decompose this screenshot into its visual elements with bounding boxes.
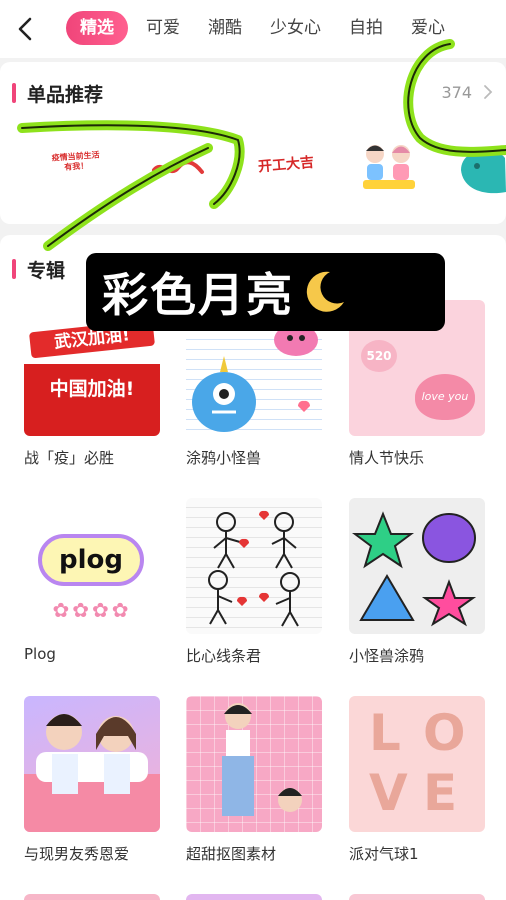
album-label: 涂鸦小怪兽 — [186, 449, 262, 467]
thumb-text: love you — [415, 374, 475, 420]
couple-photo — [24, 714, 160, 832]
recommend-header: 单品推荐 — [12, 80, 103, 106]
album-item[interactable]: 比心线条君 — [186, 498, 322, 666]
album-thumb — [186, 498, 322, 634]
tab-featured[interactable]: 精选 — [66, 11, 128, 45]
album-thumb-partial[interactable] — [24, 894, 160, 900]
caption-overlay: 彩色月亮 — [86, 253, 445, 331]
crescent-moon-icon — [306, 271, 344, 312]
tab-girly[interactable]: 少女心 — [270, 11, 321, 45]
recommend-count[interactable]: 374 — [441, 83, 472, 102]
flower-row: ✿✿✿✿ — [52, 598, 132, 622]
cutout-person — [222, 703, 302, 816]
album-thumb — [349, 498, 485, 634]
album-thumb-partial[interactable] — [186, 894, 322, 900]
albums-section: 专辑 武汉加油! 中国加油! 战「疫」必胜 涂鸦小怪兽 520 love you… — [0, 235, 506, 900]
tab-love[interactable]: 爱心 — [411, 11, 445, 45]
category-tabs: 精选 可爱 潮酷 少女心 自拍 爱心 — [66, 11, 473, 45]
album-thumb-partial[interactable] — [349, 894, 485, 900]
thumb-text: plog — [38, 534, 144, 586]
album-label: 小怪兽涂鸦 — [349, 647, 425, 665]
sticker-epidemic[interactable]: 疫情当前生活有我！ — [49, 150, 102, 174]
balloon-letter: O — [423, 704, 466, 762]
album-thumb: L O V E — [349, 696, 485, 832]
balloon-letter: E — [423, 764, 458, 822]
sticker-red-doodle[interactable] — [150, 158, 206, 180]
sticker-couple[interactable] — [357, 140, 421, 196]
recommend-title: 单品推荐 — [27, 83, 104, 106]
back-arrow-icon[interactable] — [12, 14, 40, 44]
thumb-text: 520 — [361, 340, 397, 372]
album-item[interactable]: 与现男友秀恩爱 — [24, 696, 160, 864]
albums-title: 专辑 — [27, 259, 66, 282]
album-item[interactable]: L O V E 派对气球1 — [349, 696, 485, 864]
sticker-start-work[interactable]: 开工大吉 — [257, 152, 315, 177]
album-label: 派对气球1 — [349, 845, 419, 863]
album-label: 战「疫」必胜 — [24, 449, 115, 467]
album-thumb — [186, 696, 322, 832]
balloon-letter: L — [369, 704, 401, 762]
album-label: Plog — [24, 645, 56, 663]
top-nav: 精选 可爱 潮酷 少女心 自拍 爱心 — [0, 0, 506, 58]
tab-cute[interactable]: 可爱 — [146, 11, 180, 45]
tab-cool[interactable]: 潮酷 — [208, 11, 242, 45]
recommend-card: 单品推荐 374 疫情当前生活有我！ 开工大吉 — [0, 62, 506, 224]
caption-text: 彩色月亮 — [102, 268, 294, 322]
thumb-text: 中国加油! — [24, 364, 160, 436]
sticker-teal-blob[interactable] — [455, 140, 506, 196]
album-label: 比心线条君 — [186, 647, 262, 665]
album-label: 情人节快乐 — [349, 449, 425, 467]
balloon-letter: V — [369, 764, 408, 822]
album-item[interactable]: plog ✿✿✿✿ Plog — [24, 498, 160, 663]
sticker-row: 疫情当前生活有我！ 开工大吉 — [0, 140, 506, 210]
section-marker — [12, 83, 16, 103]
album-label: 与现男友秀恩爱 — [24, 845, 130, 863]
album-label: 超甜抠图素材 — [186, 845, 277, 863]
stickman-drawing — [208, 510, 300, 627]
album-thumb — [24, 696, 160, 832]
chevron-right-icon[interactable] — [482, 84, 494, 100]
albums-header: 专辑 — [12, 256, 65, 282]
album-thumb: plog ✿✿✿✿ — [24, 498, 160, 634]
tab-selfie[interactable]: 自拍 — [349, 11, 383, 45]
monster-doodles — [352, 511, 477, 627]
section-marker — [12, 259, 16, 279]
album-item[interactable]: 超甜抠图素材 — [186, 696, 322, 864]
album-item[interactable]: 小怪兽涂鸦 — [349, 498, 485, 666]
